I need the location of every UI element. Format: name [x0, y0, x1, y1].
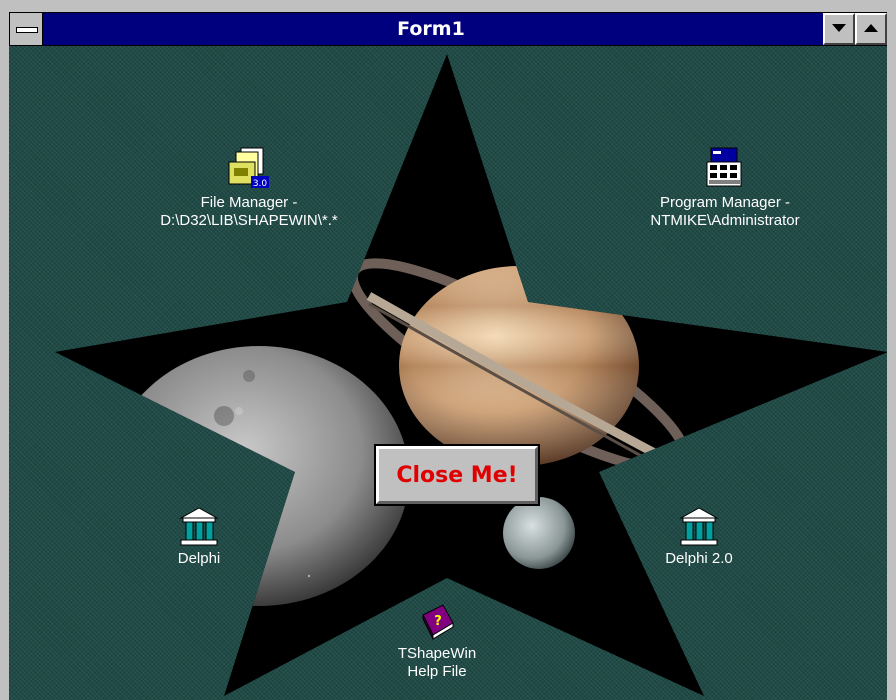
svg-text:?: ? — [434, 614, 442, 629]
delphi-label: Delphi — [177, 550, 221, 567]
tshapewin-help-desktop-icon[interactable]: ? TShapeWin Help File — [387, 601, 487, 681]
moon-image — [109, 346, 409, 606]
delphi-2-desktop-icon[interactable]: Delphi 2.0 — [649, 506, 749, 568]
form1-window: Form1 3.0 File Manager - D:\D32\LIB\SHAP… — [0, 0, 896, 700]
program-manager-icon — [703, 146, 747, 190]
file-manager-label-1: File Manager - — [200, 194, 298, 211]
maximize-button[interactable] — [855, 13, 887, 45]
tshapewin-help-label-1: TShapeWin — [397, 645, 477, 662]
window-title: Form1 — [397, 18, 465, 40]
delphi-desktop-icon[interactable]: Delphi — [159, 506, 239, 568]
svg-text:3.0: 3.0 — [253, 179, 268, 189]
file-manager-desktop-icon[interactable]: 3.0 File Manager - D:\D32\LIB\SHAPEWIN\*… — [129, 146, 369, 230]
delphi-2-label: Delphi 2.0 — [665, 550, 733, 567]
close-me-button[interactable]: Close Me! — [374, 444, 540, 506]
program-manager-label-1: Program Manager - — [659, 194, 791, 211]
system-menu-button[interactable] — [9, 12, 43, 46]
close-me-button-label: Close Me! — [396, 462, 518, 488]
triangle-down-icon — [832, 24, 846, 32]
delphi-temple-icon — [179, 506, 219, 546]
file-manager-icon: 3.0 — [227, 146, 271, 190]
minimize-button[interactable] — [823, 13, 855, 45]
program-manager-label-2: NTMIKE\Administrator — [650, 212, 800, 229]
tshapewin-help-label-2: Help File — [407, 663, 467, 680]
program-manager-desktop-icon[interactable]: Program Manager - NTMIKE\Administrator — [615, 146, 835, 230]
close-me-button-face[interactable]: Close Me! — [376, 446, 538, 504]
system-menu-icon — [16, 27, 38, 33]
small-moon-image — [503, 497, 575, 569]
triangle-up-icon — [864, 24, 878, 32]
form-client-area: 3.0 File Manager - D:\D32\LIB\SHAPEWIN\*… — [9, 46, 887, 700]
help-book-icon: ? — [417, 601, 457, 641]
delphi-2-temple-icon — [679, 506, 719, 546]
file-manager-label-2: D:\D32\LIB\SHAPEWIN\*.* — [160, 212, 338, 229]
